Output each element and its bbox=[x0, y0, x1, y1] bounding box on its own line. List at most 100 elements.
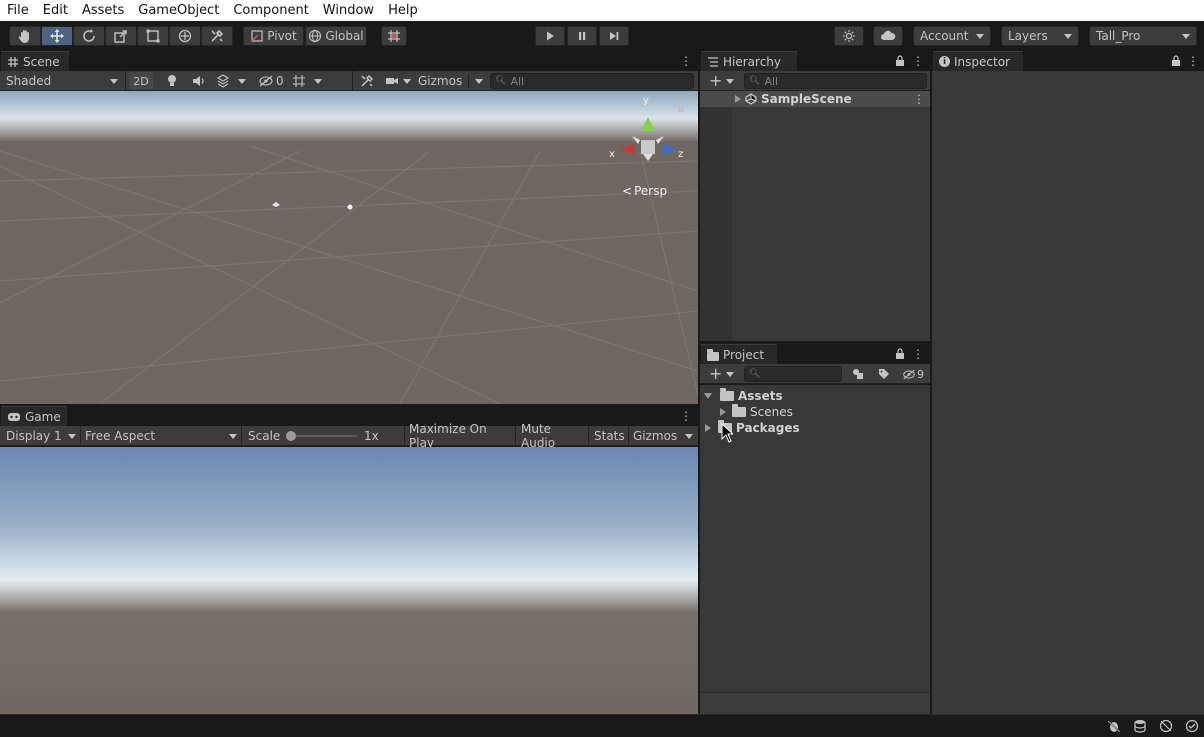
hidden-count: 0 bbox=[276, 74, 284, 88]
global-toggle-button[interactable]: Global bbox=[305, 26, 367, 46]
checkmark-circle-icon[interactable] bbox=[1185, 719, 1199, 733]
shading-mode-dropdown[interactable]: Shaded bbox=[2, 72, 122, 90]
grid-dropdown[interactable] bbox=[288, 72, 330, 90]
expand-arrow-icon[interactable] bbox=[720, 408, 726, 416]
lock-icon[interactable] bbox=[895, 348, 905, 362]
scale-tool-button[interactable] bbox=[105, 26, 137, 46]
hidden-objects-toggle[interactable]: 0 bbox=[254, 72, 286, 90]
pivot-toggle-button[interactable]: Pivot bbox=[243, 26, 304, 46]
cache-server-icon[interactable] bbox=[1133, 719, 1147, 733]
game-menu-icon[interactable]: ⋮ bbox=[680, 409, 692, 423]
transform-tool-button[interactable] bbox=[169, 26, 201, 46]
2d-mode-toggle[interactable]: 2D bbox=[129, 72, 153, 90]
project-search-input[interactable]: 🔍︎ bbox=[744, 366, 842, 382]
project-create-dropdown[interactable]: + bbox=[705, 365, 735, 383]
camera-dropdown[interactable] bbox=[381, 72, 413, 90]
speaker-icon bbox=[193, 76, 204, 86]
pause-button[interactable] bbox=[567, 26, 597, 46]
hierarchy-item-samplescene[interactable]: SampleScene bbox=[735, 91, 852, 107]
tab-project[interactable]: Project bbox=[701, 344, 777, 364]
grid-snap-button[interactable] bbox=[381, 26, 407, 46]
game-gizmos-dropdown[interactable]: Gizmos bbox=[629, 427, 697, 445]
mute-audio-toggle[interactable]: Mute Audio bbox=[517, 422, 587, 450]
collapse-arrow-icon[interactable] bbox=[704, 393, 712, 399]
audio-toggle[interactable] bbox=[188, 72, 208, 90]
hierarchy-search-input[interactable]: 🔍︎ All bbox=[744, 73, 927, 89]
search-by-type-button[interactable] bbox=[848, 365, 866, 383]
aspect-dropdown[interactable]: Free Aspect bbox=[81, 427, 241, 445]
tab-hierarchy[interactable]: Hierarchy bbox=[701, 51, 797, 71]
mouse-cursor-icon bbox=[721, 423, 733, 443]
rotate-tool-button[interactable] bbox=[73, 26, 105, 46]
chevron-down-icon bbox=[1182, 33, 1190, 39]
game-viewport[interactable] bbox=[0, 447, 698, 714]
folder-open-icon bbox=[720, 388, 734, 401]
tab-game[interactable]: Game bbox=[1, 406, 67, 426]
scene-control-bar: Shaded 2D 0 Gizmos 🔍︎ All bbox=[0, 71, 698, 91]
scene-tab-label: Scene bbox=[23, 54, 60, 69]
chevron-down-icon bbox=[726, 371, 735, 377]
services-button[interactable] bbox=[834, 26, 864, 46]
move-tool-button[interactable] bbox=[41, 26, 73, 46]
account-dropdown[interactable]: Account bbox=[913, 26, 991, 46]
chevron-down-icon bbox=[238, 78, 246, 84]
component-tools-button[interactable] bbox=[356, 72, 376, 90]
scale-slider-track[interactable] bbox=[287, 435, 357, 437]
effects-dropdown[interactable] bbox=[212, 72, 254, 90]
display-dropdown[interactable]: Display 1 bbox=[2, 427, 80, 445]
play-button[interactable] bbox=[535, 26, 565, 46]
scene-search-input[interactable]: 🔍︎ All bbox=[490, 73, 694, 89]
scene-item-label: SampleScene bbox=[761, 92, 852, 106]
plus-icon: + bbox=[709, 71, 723, 90]
project-item-assets[interactable]: Assets bbox=[704, 388, 783, 404]
hierarchy-create-dropdown[interactable]: + bbox=[705, 71, 735, 90]
menu-assets[interactable]: Assets bbox=[75, 0, 131, 21]
projection-toggle[interactable]: < Persp bbox=[622, 184, 667, 198]
layout-dropdown[interactable]: Tall_Pro bbox=[1089, 26, 1197, 46]
bug-icon[interactable] bbox=[1107, 719, 1121, 733]
custom-tool-button[interactable] bbox=[201, 26, 233, 46]
hierarchy-menu-icon[interactable]: ⋮ bbox=[912, 54, 924, 68]
menu-window[interactable]: Window bbox=[316, 0, 381, 21]
list-icon bbox=[708, 56, 718, 67]
expand-arrow-icon[interactable] bbox=[705, 424, 711, 432]
hidden-packages-toggle[interactable]: 9 bbox=[898, 365, 928, 383]
maximize-on-play-toggle[interactable]: Maximize On Play bbox=[405, 422, 513, 450]
project-control-bar: + 🔍︎ 9 bbox=[700, 364, 930, 384]
project-item-packages[interactable]: Packages bbox=[705, 420, 800, 436]
layers-dropdown[interactable]: Layers bbox=[1001, 26, 1079, 46]
tab-inspector[interactable]: i Inspector bbox=[933, 51, 1023, 71]
chevron-down-icon bbox=[976, 33, 984, 39]
scene-item-menu-icon[interactable]: ⋮ bbox=[913, 92, 925, 106]
expand-arrow-icon[interactable] bbox=[735, 95, 741, 103]
hand-tool-button[interactable] bbox=[9, 26, 41, 46]
search-by-label-button[interactable] bbox=[874, 365, 892, 383]
lock-icon[interactable] bbox=[1171, 55, 1181, 69]
divider bbox=[241, 426, 242, 446]
divider bbox=[352, 71, 353, 91]
tab-scene[interactable]: Scene bbox=[1, 51, 69, 71]
inspector-menu-icon[interactable]: ⋮ bbox=[1187, 54, 1199, 68]
menu-edit[interactable]: Edit bbox=[36, 0, 75, 21]
menu-help[interactable]: Help bbox=[381, 0, 425, 21]
cloud-button[interactable] bbox=[873, 26, 903, 46]
auto-generate-lighting-icon[interactable] bbox=[1159, 719, 1173, 733]
layers-label: Layers bbox=[1008, 29, 1048, 43]
menu-gameobject[interactable]: GameObject bbox=[131, 0, 226, 21]
step-button[interactable] bbox=[599, 26, 629, 46]
scene-menu-icon[interactable]: ⋮ bbox=[680, 54, 692, 68]
folder-icon bbox=[732, 404, 746, 417]
gizmos-dropdown[interactable]: Gizmos bbox=[414, 72, 484, 90]
project-menu-icon[interactable]: ⋮ bbox=[912, 347, 924, 361]
menu-component[interactable]: Component bbox=[226, 0, 315, 21]
scene-viewport[interactable]: y x z < Persp bbox=[0, 91, 698, 404]
scene-tab-strip: Scene ⋮ bbox=[0, 51, 698, 71]
stats-toggle[interactable]: Stats bbox=[590, 427, 628, 445]
lighting-toggle[interactable] bbox=[162, 72, 182, 90]
project-item-scenes[interactable]: Scenes bbox=[720, 404, 793, 420]
menu-file[interactable]: File bbox=[0, 0, 36, 21]
rect-tool-button[interactable] bbox=[137, 26, 169, 46]
scale-slider-handle[interactable] bbox=[286, 431, 296, 441]
persp-label: Persp bbox=[634, 184, 668, 198]
lock-icon[interactable] bbox=[895, 55, 905, 69]
